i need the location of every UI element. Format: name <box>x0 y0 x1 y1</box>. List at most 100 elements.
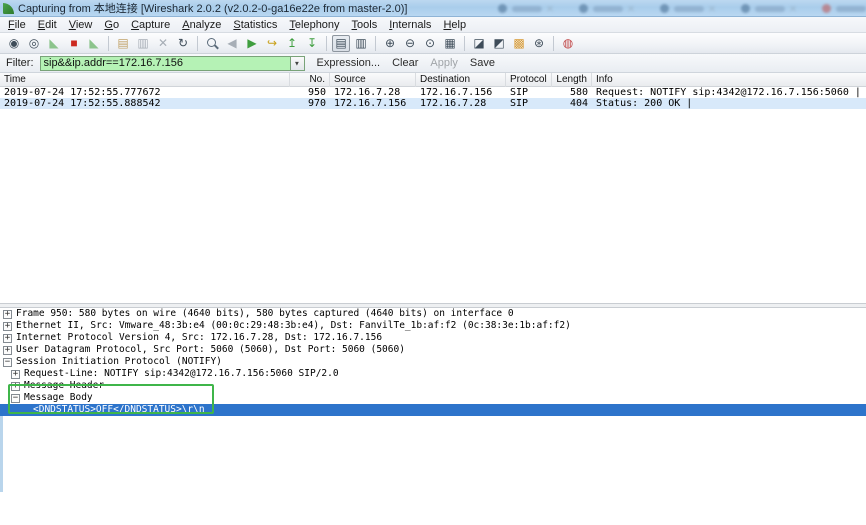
filter-input[interactable] <box>40 56 290 71</box>
menu-internals[interactable]: Internals <box>383 17 437 33</box>
cell-time: 2019-07-24 17:52:55.888542 <box>0 98 290 109</box>
toolbar-separator <box>464 36 465 51</box>
menu-go[interactable]: Go <box>98 17 125 33</box>
menu-analyze[interactable]: Analyze <box>176 17 227 33</box>
titlebar[interactable]: Capturing from 本地连接 [Wireshark 2.0.2 (v2… <box>0 0 866 17</box>
column-header-destination[interactable]: Destination <box>416 73 506 87</box>
zoom-in-icon[interactable]: ⊕ <box>381 35 399 52</box>
expression-button[interactable]: Expression... <box>317 57 381 69</box>
cell-source: 172.16.7.28 <box>330 87 416 98</box>
chevron-down-icon: ▼ <box>294 59 300 66</box>
close-file-icon[interactable]: ✕ <box>154 35 172 52</box>
detail-row-message-header[interactable]: + Message Header <box>0 380 866 392</box>
list-interfaces-icon[interactable]: ◉ <box>5 35 23 52</box>
detail-text: Internet Protocol Version 4, Src: 172.16… <box>16 332 382 344</box>
detail-row-udp[interactable]: + User Datagram Protocol, Src Port: 5060… <box>0 344 866 356</box>
cell-source: 172.16.7.156 <box>330 98 416 109</box>
toolbar-separator <box>197 36 198 51</box>
save-file-icon[interactable]: ▥ <box>134 35 152 52</box>
apply-button[interactable]: Apply <box>430 57 458 69</box>
go-back-icon[interactable]: ◀ <box>223 35 241 52</box>
menubar: File Edit View Go Capture Analyze Statis… <box>0 17 866 33</box>
column-header-protocol[interactable]: Protocol <box>506 73 552 87</box>
wireshark-fin-icon <box>3 3 14 14</box>
help-icon[interactable]: ◍ <box>559 35 577 52</box>
go-to-top-icon[interactable]: ↥ <box>283 35 301 52</box>
column-header-source[interactable]: Source <box>330 73 416 87</box>
clear-button[interactable]: Clear <box>392 57 418 69</box>
filter-bar: Filter: ▼ Expression... Clear Apply Save <box>0 54 866 73</box>
table-row[interactable]: 2019-07-24 17:52:55.777672 950 172.16.7.… <box>0 87 866 98</box>
column-header-time[interactable]: Time <box>0 73 290 87</box>
toolbar-separator <box>108 36 109 51</box>
cell-protocol: SIP <box>506 98 552 109</box>
capture-options-icon[interactable]: ◎ <box>25 35 43 52</box>
table-row[interactable]: 2019-07-24 17:52:55.888542 970 172.16.7.… <box>0 98 866 109</box>
menu-telephony[interactable]: Telephony <box>283 17 345 33</box>
detail-text: Ethernet II, Src: Vmware_48:3b:e4 (00:0c… <box>16 320 571 332</box>
capture-filters-icon[interactable]: ◪ <box>470 35 488 52</box>
menu-edit[interactable]: Edit <box>32 17 63 33</box>
detail-text: Request-Line: NOTIFY sip:4342@172.16.7.1… <box>24 368 339 380</box>
cell-info: Status: 200 OK | <box>592 98 866 109</box>
toolbar-separator <box>375 36 376 51</box>
menu-file[interactable]: File <box>2 17 32 33</box>
zoom-100-icon[interactable]: ⊙ <box>421 35 439 52</box>
detail-row-ip[interactable]: + Internet Protocol Version 4, Src: 172.… <box>0 332 866 344</box>
packet-list-header: Time No. Source Destination Protocol Len… <box>0 73 866 87</box>
expander-icon[interactable]: + <box>3 334 12 343</box>
packet-details-pane: + Frame 950: 580 bytes on wire (4640 bit… <box>0 308 866 416</box>
menu-statistics[interactable]: Statistics <box>227 17 283 33</box>
menu-view[interactable]: View <box>63 17 99 33</box>
detail-text: Frame 950: 580 bytes on wire (4640 bits)… <box>16 308 514 320</box>
cell-no: 970 <box>290 98 330 109</box>
display-filters-icon[interactable]: ◩ <box>490 35 508 52</box>
menu-capture[interactable]: Capture <box>125 17 176 33</box>
expander-icon[interactable]: − <box>3 358 12 367</box>
cell-time: 2019-07-24 17:52:55.777672 <box>0 87 290 98</box>
open-file-icon[interactable]: ▤ <box>114 35 132 52</box>
window-title: Capturing from 本地连接 [Wireshark 2.0.2 (v2… <box>18 0 407 16</box>
menu-help[interactable]: Help <box>437 17 472 33</box>
detail-row-dndstatus[interactable]: <DNDSTATUS>OFF</DNDSTATUS>\r\n <box>0 404 866 416</box>
start-capture-icon[interactable]: ◣ <box>45 35 63 52</box>
menu-tools[interactable]: Tools <box>346 17 384 33</box>
detail-row-request-line[interactable]: + Request-Line: NOTIFY sip:4342@172.16.7… <box>0 368 866 380</box>
find-packet-icon[interactable] <box>203 35 221 52</box>
go-to-packet-icon[interactable]: ↪ <box>263 35 281 52</box>
preferences-icon[interactable]: ⊛ <box>530 35 548 52</box>
restart-capture-icon[interactable]: ◣ <box>85 35 103 52</box>
coloring-rules-icon[interactable]: ▩ <box>510 35 528 52</box>
filter-dropdown-button[interactable]: ▼ <box>290 56 305 71</box>
save-button[interactable]: Save <box>470 57 495 69</box>
expander-icon[interactable]: + <box>11 370 20 379</box>
toggle-packet-details-icon[interactable]: ▥ <box>352 35 370 52</box>
filter-label: Filter: <box>0 57 40 69</box>
cell-no: 950 <box>290 87 330 98</box>
column-header-no[interactable]: No. <box>290 73 330 87</box>
reload-file-icon[interactable]: ↻ <box>174 35 192 52</box>
expander-icon[interactable]: − <box>11 394 20 403</box>
cell-destination: 172.16.7.28 <box>416 98 506 109</box>
column-header-length[interactable]: Length <box>552 73 592 87</box>
stop-capture-icon[interactable]: ■ <box>65 35 83 52</box>
detail-text: Message Header <box>24 380 104 392</box>
detail-text: User Datagram Protocol, Src Port: 5060 (… <box>16 344 405 356</box>
resize-columns-icon[interactable]: ▦ <box>441 35 459 52</box>
cell-protocol: SIP <box>506 87 552 98</box>
column-header-info[interactable]: Info <box>592 73 866 87</box>
detail-row-message-body[interactable]: − Message Body <box>0 392 866 404</box>
expander-icon[interactable]: + <box>11 382 20 391</box>
detail-row-ethernet[interactable]: + Ethernet II, Src: Vmware_48:3b:e4 (00:… <box>0 320 866 332</box>
go-to-bottom-icon[interactable]: ↧ <box>303 35 321 52</box>
expander-icon[interactable]: + <box>3 310 12 319</box>
detail-text: Session Initiation Protocol (NOTIFY) <box>16 356 222 368</box>
expander-icon[interactable]: + <box>3 346 12 355</box>
detail-row-frame[interactable]: + Frame 950: 580 bytes on wire (4640 bit… <box>0 308 866 320</box>
detail-row-sip[interactable]: − Session Initiation Protocol (NOTIFY) <box>0 356 866 368</box>
go-forward-icon[interactable]: ▶ <box>243 35 261 52</box>
toggle-packet-list-icon[interactable]: ▤ <box>332 35 350 52</box>
expander-icon[interactable]: + <box>3 322 12 331</box>
cell-info: Request: NOTIFY sip:4342@172.16.7.156:50… <box>592 87 866 98</box>
zoom-out-icon[interactable]: ⊖ <box>401 35 419 52</box>
